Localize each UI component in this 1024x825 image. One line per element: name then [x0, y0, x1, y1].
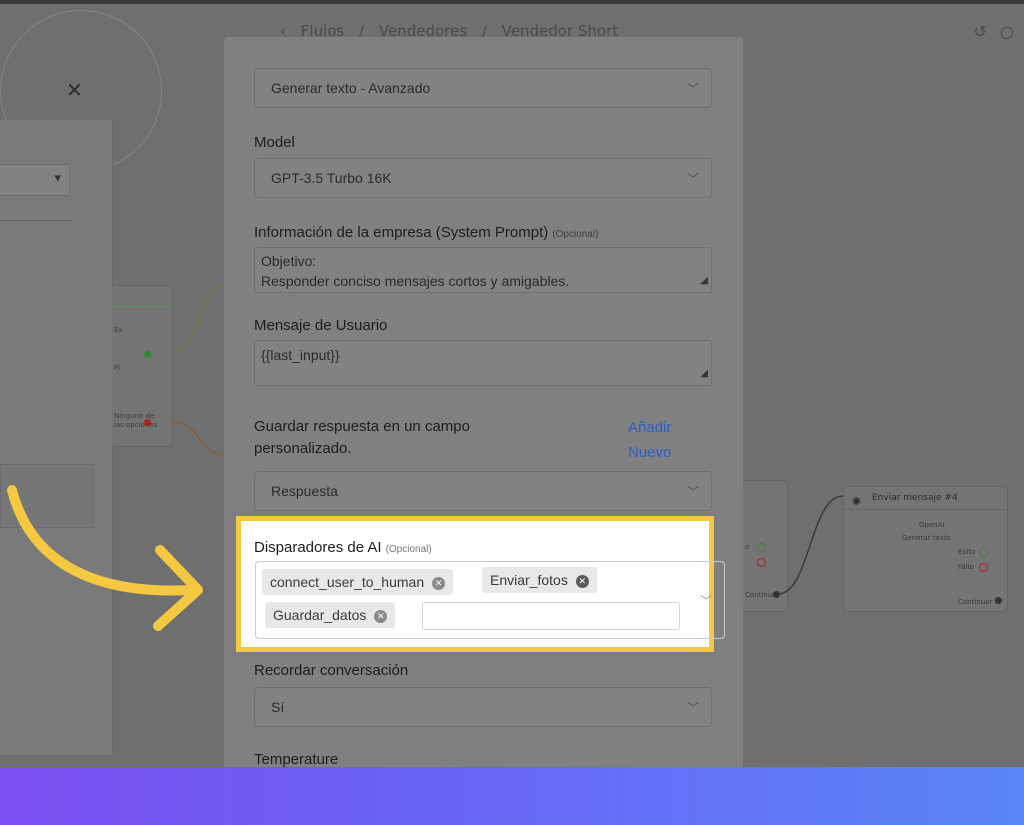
ai-triggers-label-text: Disparadores de AI: [254, 539, 382, 556]
trigger-chip: Enviar_fotos ✕: [482, 567, 597, 593]
temperature-label: Temperature: [254, 751, 339, 768]
trigger-chip-label: Guardar_datos: [273, 607, 367, 623]
model-select[interactable]: GPT-3.5 Turbo 16K ﹀: [254, 158, 712, 198]
system-prompt-label: Información de la empresa (System Prompt…: [254, 224, 598, 241]
system-prompt-line: Objetivo:: [261, 253, 317, 269]
save-response-select[interactable]: Respuesta ﹀: [254, 471, 712, 511]
system-prompt-textarea[interactable]: Objetivo: Responder conciso mensajes cor…: [254, 247, 712, 293]
node-settings-modal: Generar texto - Avanzado ﹀ Model GPT-3.5…: [224, 37, 743, 825]
ai-triggers-multiselect[interactable]: connect_user_to_human ✕ Enviar_fotos ✕ Gua…: [255, 561, 725, 639]
model-label: Model: [254, 134, 295, 151]
trigger-chip: Guardar_datos ✕: [265, 602, 396, 628]
user-message-textarea[interactable]: {{last_input}} ◢: [254, 340, 712, 386]
remove-chip-icon[interactable]: ✕: [575, 574, 589, 588]
save-response-label: Guardar respuesta en un campo personaliz…: [254, 416, 470, 460]
chevron-down-icon: ﹀: [686, 172, 699, 186]
trigger-chip: connect_user_to_human ✕: [262, 569, 454, 595]
connector-line: [777, 495, 844, 595]
connector-line: [171, 421, 225, 456]
remember-conversation-label: Recordar conversación: [254, 662, 409, 679]
trigger-search-input[interactable]: [422, 602, 680, 630]
user-message-label: Mensaje de Usuario: [254, 317, 388, 334]
chevron-down-icon: ﹀: [686, 485, 699, 499]
ai-triggers-label: Disparadores de AI (Opcional): [254, 539, 432, 556]
optional-tag: (Opcional): [385, 544, 432, 555]
add-new-link-line: Añadir: [628, 419, 672, 436]
system-prompt-label-text: Información de la empresa (System Prompt…: [254, 224, 549, 241]
add-new-link-line: Nuevo: [628, 444, 672, 461]
system-prompt-line: Responder conciso mensajes cortos y amig…: [261, 273, 570, 289]
remove-chip-icon[interactable]: ✕: [432, 576, 446, 590]
bottom-gradient-band: [0, 767, 1024, 825]
save-response-value: Respuesta: [271, 483, 338, 499]
optional-tag: (Opcional): [552, 229, 599, 240]
remove-chip-icon[interactable]: ✕: [374, 609, 388, 623]
connector-line: [171, 284, 225, 353]
action-select-value: Generar texto - Avanzado: [271, 80, 431, 96]
user-message-value: {{last_input}}: [261, 347, 340, 363]
chevron-down-icon[interactable]: ﹀: [700, 592, 712, 609]
action-select[interactable]: Generar texto - Avanzado ﹀: [254, 68, 712, 108]
remember-conversation-value: Sí: [271, 699, 285, 715]
save-response-label-line: personalizado.: [254, 440, 352, 457]
add-new-link[interactable]: Añadir Nuevo: [628, 415, 671, 465]
trigger-chip-label: connect_user_to_human: [270, 574, 425, 590]
model-select-value: GPT-3.5 Turbo 16K: [271, 170, 392, 186]
highlight-arrow-icon: [7, 485, 203, 631]
ai-triggers-highlight: Disparadores de AI (Opcional) connect_use…: [236, 516, 725, 652]
trigger-chip-label: Enviar_fotos: [490, 572, 568, 588]
resize-handle-icon[interactable]: ◢: [700, 364, 708, 384]
resize-handle-icon[interactable]: ◢: [700, 271, 708, 291]
remember-conversation-select[interactable]: Sí ﹀: [254, 687, 712, 727]
chevron-down-icon: ﹀: [686, 701, 699, 715]
chevron-down-icon: ﹀: [686, 82, 699, 96]
save-response-label-line: Guardar respuesta en un campo: [254, 418, 470, 435]
